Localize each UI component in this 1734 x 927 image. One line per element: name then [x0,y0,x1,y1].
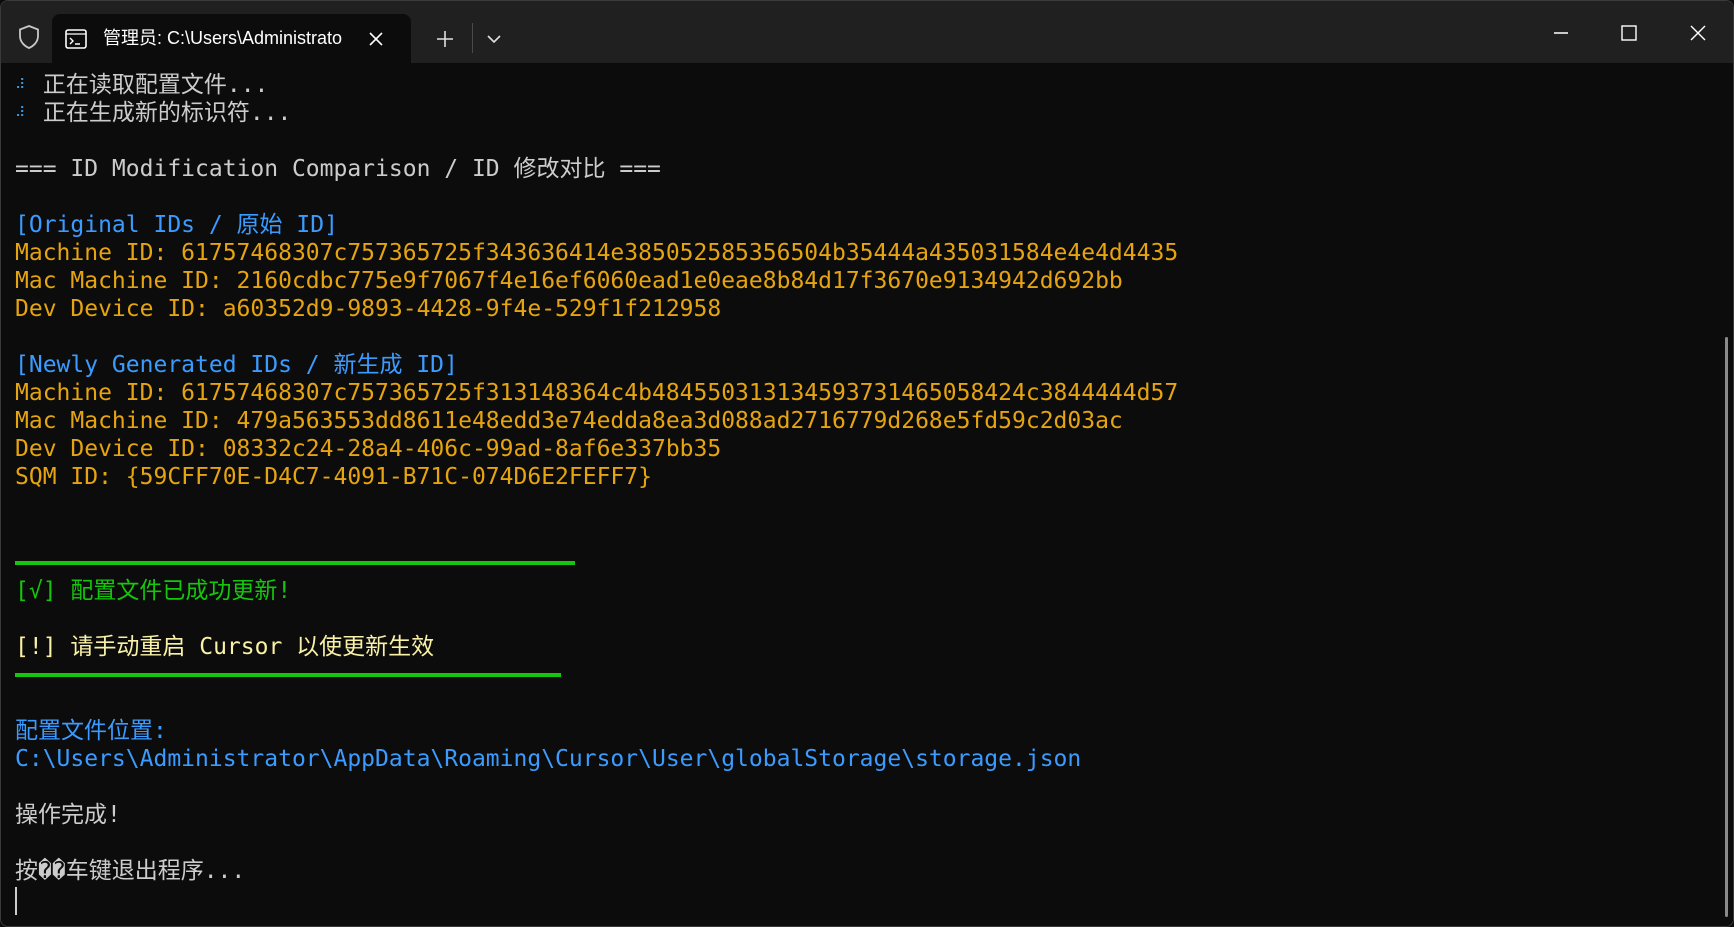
shield-icon [19,25,39,49]
done-message: 操作完成! [15,802,121,828]
new-tab-button[interactable] [430,24,460,54]
comparison-header: === ID Modification Comparison / ID 修改对比… [15,156,661,182]
new-machine-id: Machine ID: 61757468307c757365725f313148… [15,380,1179,406]
new-dev-device-id: Dev Device ID: 08332c24-28a4-406c-99ad-8… [15,436,722,462]
tab-separator [472,23,473,53]
divider-bottom [15,673,561,677]
progress-line-1: ⠼ 正在读取配置文件... [15,71,268,99]
original-dev-device-id: Dev Device ID: a60352d9-9893-4428-9f4e-5… [15,296,722,322]
terminal-icon [65,29,87,49]
config-location-label: 配置文件位置: [15,718,167,744]
progress-text-2: 正在生成新的标识符... [42,100,292,126]
spinner-icon: ⠼ [15,77,26,93]
original-mac-machine-id: Mac Machine ID: 2160cdbc775e9f7067f4e16e… [15,268,1123,294]
scrollbar-thumb[interactable] [1725,337,1728,917]
new-ids-header: [Newly Generated IDs / 新生成 ID] [15,352,458,378]
success-message: [√] 配置文件已成功更新! [15,578,292,604]
config-path: C:\Users\Administrator\AppData\Roaming\C… [15,746,1082,772]
chevron-down-icon[interactable] [479,24,509,54]
tab-administrator[interactable]: 管理员: C:\Users\Administrato [52,14,411,63]
exit-prompt: 按��车键退出程序... [15,858,246,884]
text-cursor [15,887,17,915]
progress-text-1: 正在读取配置文件... [42,72,269,98]
original-ids-header: [Original IDs / 原始 ID] [15,212,338,238]
maximize-button[interactable] [1609,15,1649,51]
new-mac-machine-id: Mac Machine ID: 479a563553dd8611e48edd3e… [15,408,1123,434]
close-icon[interactable] [365,28,387,50]
restart-message: [!] 请手动重启 Cursor 以使更新生效 [15,634,435,660]
original-machine-id: Machine ID: 61757468307c757365725f343636… [15,240,1179,266]
close-window-button[interactable] [1678,15,1718,51]
divider-top [15,561,575,565]
scrollbar[interactable] [1721,63,1733,926]
minimize-button[interactable] [1541,15,1581,51]
console-output[interactable]: ⠼ 正在读取配置文件... ⠼ 正在生成新的标识符... === ID Modi… [1,63,1721,926]
terminal-window: 管理员: C:\Users\Administrato ⠼ 正在读取配置文件... [0,0,1734,927]
spinner-icon: ⠼ [15,105,26,121]
new-sqm-id: SQM ID: {59CFF70E-D4C7-4091-B71C-074D6E2… [15,464,652,490]
title-bar[interactable]: 管理员: C:\Users\Administrato [1,1,1733,63]
progress-line-2: ⠼ 正在生成新的标识符... [15,99,291,127]
tab-title: 管理员: C:\Users\Administrato [103,28,343,48]
